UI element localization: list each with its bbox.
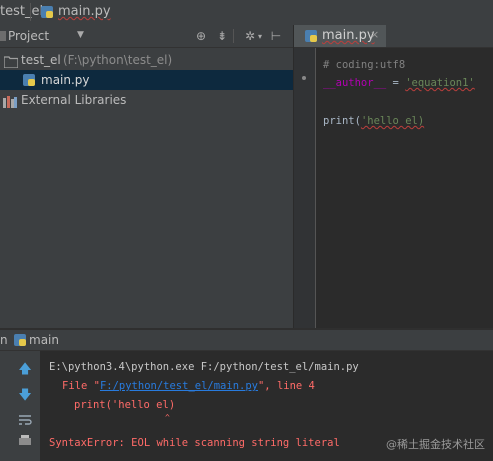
library-icon [3,94,17,114]
print-icon[interactable] [17,433,33,449]
code-line-1: # coding:utf8 [323,59,406,71]
down-arrow-icon[interactable]: 🡇 [17,388,33,404]
code-dunder: __author__ [323,77,387,89]
run-config-name[interactable]: main [29,333,59,347]
gear-dropdown-icon[interactable]: ▾ [258,32,262,41]
watermark: @稀土掘金技术社区 [386,438,485,451]
up-arrow-icon[interactable]: 🡅 [17,362,33,378]
file-suffix: ", line 4 [257,380,315,392]
tree-root-path: (F:\python\test_el) [63,53,173,67]
tree-item-root[interactable]: test_el (F:\python\test_el) [0,50,293,70]
dropdown-icon[interactable]: ▼ [77,30,84,40]
code-bad-string: 'hello el) [360,115,425,127]
python-file-icon [40,5,54,22]
code-line-2: __author__ = 'equation1' [323,77,475,89]
breadcrumb-separator [30,3,31,21]
python-file-icon [304,29,318,46]
code-string: 'equation1' [405,77,475,89]
project-view-icon [0,30,6,45]
tree-item-external-libraries[interactable]: External Libraries [0,90,293,110]
console-source-line: print('hello el) [74,399,176,411]
tree-root-name: test_el [21,53,61,67]
python-file-icon [13,333,27,350]
console-error: SyntaxError: EOL while scanning string l… [49,437,340,449]
tab-main-py[interactable]: main.py × [294,25,386,47]
run-tab-prefix: n [0,333,8,347]
close-icon[interactable]: × [370,28,379,41]
modified-marker [302,76,306,80]
tree-external-name: External Libraries [21,93,127,107]
breadcrumb-project[interactable]: test_el [0,4,43,19]
collapse-icon[interactable]: ⇟ [214,28,230,44]
tab-label: main.py [322,28,375,43]
console-command: E:\python3.4\python.exe F:/python/test_e… [49,361,359,373]
project-panel-header: Project ▼ ⊕ ⇟ ✲ ▾ ⊢ [0,25,293,48]
project-tree: test_el (F:\python\test_el) main.py Exte… [0,48,293,328]
editor-tab-bar: main.py × [294,25,493,48]
gear-icon[interactable]: ✲ [242,28,258,44]
crosshair-icon[interactable]: ⊕ [193,28,209,44]
code-assign: = [386,77,406,89]
console-caret: ^ [165,413,170,422]
editor-gutter [294,48,316,328]
tree-item-main-py[interactable]: main.py [0,70,293,90]
run-panel-header: n main [0,330,493,351]
breadcrumb-file[interactable]: main.py [58,4,111,19]
file-prefix: File " [62,380,100,392]
file-link[interactable]: F:/python/test_el/main.py [100,380,258,392]
code-editor[interactable]: # coding:utf8 __author__ = 'equation1' p… [316,48,493,328]
run-toolbar: 🡅 🡇 [10,351,40,461]
code-print: print( [323,115,361,127]
toolbar-separator [233,29,234,43]
breadcrumb: test_el main.py [0,0,493,26]
project-view-title[interactable]: Project [8,29,49,43]
console-traceback-file: File "F:/python/test_el/main.py", line 4 [62,380,315,392]
hide-icon[interactable]: ⊢ [268,28,284,44]
code-line-4: print('hello el) [323,115,424,127]
soft-wrap-icon[interactable] [17,412,33,428]
tree-file-name: main.py [41,73,90,87]
